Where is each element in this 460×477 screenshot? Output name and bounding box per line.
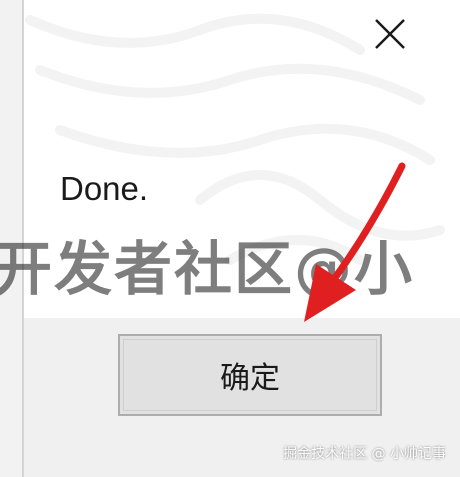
dialog-message: Done. bbox=[60, 170, 149, 207]
ok-button[interactable]: 确定 bbox=[118, 334, 382, 416]
corner-watermark: 掘金技术社区 @ 小帅记事 bbox=[283, 446, 446, 462]
ok-button-label: 确定 bbox=[220, 361, 280, 396]
message-dialog: Done. 确定 开发者社区@小 掘金技术社区 @ 小帅记事 bbox=[0, 0, 460, 477]
close-button[interactable] bbox=[366, 10, 414, 58]
close-icon bbox=[375, 19, 405, 49]
red-arrow-annotation bbox=[304, 162, 406, 322]
